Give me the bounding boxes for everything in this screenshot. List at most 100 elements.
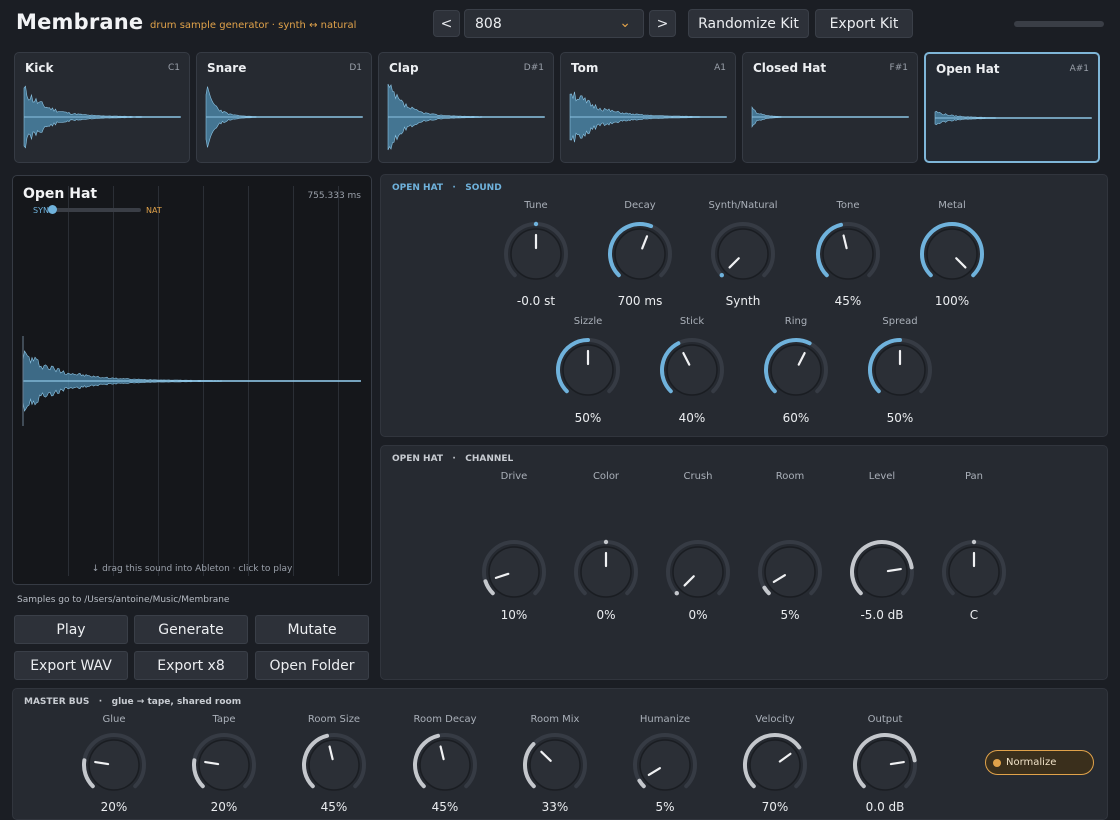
sound-ring-label: Ring [784, 316, 808, 327]
play-button[interactable]: Play [14, 615, 128, 644]
sound-metal-value: 100% [934, 294, 970, 308]
channel-crush-knob[interactable] [663, 537, 733, 607]
channel-room-value: 5% [780, 608, 800, 622]
sound-ring-knob[interactable] [761, 335, 831, 405]
channel-drive-knob[interactable] [479, 537, 549, 607]
channel-pan-value: C [969, 608, 979, 622]
master-tape-label: Tape [212, 714, 236, 725]
master-glue-knob[interactable] [79, 730, 149, 800]
channel-panel-header: OPEN HAT · CHANNEL [392, 454, 514, 464]
prev-preset-button[interactable]: < [433, 10, 460, 37]
syn-label: SYN [33, 206, 49, 215]
master-velocity-value: 70% [761, 800, 789, 814]
sound-decay-knob[interactable] [605, 219, 675, 289]
master-room-mix-knob[interactable] [520, 730, 590, 800]
master-glue-label: Glue [102, 714, 126, 725]
randomize-kit-button[interactable]: Randomize Kit [688, 9, 809, 38]
sound-ring-value: 60% [782, 411, 810, 425]
sound-spread-knob[interactable] [865, 335, 935, 405]
preview-waveform [22, 336, 361, 426]
pad-note: D#1 [523, 63, 544, 73]
open-folder-button[interactable]: Open Folder [255, 651, 369, 680]
sound-sizzle-value: 50% [574, 411, 602, 425]
master-velocity-knob[interactable] [740, 730, 810, 800]
preview-title: Open Hat [23, 186, 98, 202]
pad-name: Snare [207, 61, 247, 75]
pad-waveform [23, 85, 181, 149]
generate-button[interactable]: Generate [134, 615, 248, 644]
sound-panel-section: SOUND [465, 183, 502, 193]
mutate-button[interactable]: Mutate [255, 615, 369, 644]
master-room-size-label: Room Size [307, 714, 361, 725]
preset-select[interactable]: 808 ⌄ [464, 9, 644, 38]
channel-panel-section: CHANNEL [465, 454, 514, 464]
pad-waveform [934, 110, 1092, 126]
next-preset-button[interactable]: > [649, 10, 676, 37]
sound-stick-knob[interactable] [657, 335, 727, 405]
chevron-down-icon: ⌄ [619, 15, 631, 31]
channel-room-knob[interactable] [755, 537, 825, 607]
channel-panel-sound: OPEN HAT [392, 454, 443, 464]
pad-tom[interactable]: Tom A1 [560, 52, 736, 163]
sound-tune-label: Tune [524, 200, 548, 211]
pad-clap[interactable]: Clap D#1 [378, 52, 554, 163]
master-output-knob[interactable] [850, 730, 920, 800]
pad-note: A#1 [1069, 64, 1089, 74]
master-bus-header: MASTER BUS · glue → tape, shared room [24, 697, 242, 707]
master-humanize-knob[interactable] [630, 730, 700, 800]
export-x8-button[interactable]: Export x8 [134, 651, 248, 680]
pad-name: Tom [571, 61, 599, 75]
master-glue-value: 20% [100, 800, 128, 814]
master-room-mix-label: Room Mix [530, 714, 580, 725]
channel-pan-label: Pan [964, 471, 984, 482]
channel-color-knob[interactable] [571, 537, 641, 607]
pad-closed-hat[interactable]: Closed Hat F#1 [742, 52, 918, 163]
sound-spread-label: Spread [882, 316, 918, 327]
pad-kick[interactable]: Kick C1 [14, 52, 190, 163]
sound-metal-knob[interactable] [917, 219, 987, 289]
channel-level-knob[interactable] [847, 537, 917, 607]
sound-tune-value: -0.0 st [516, 294, 556, 308]
sound-sizzle-label: Sizzle [573, 316, 603, 327]
channel-color-label: Color [592, 471, 620, 482]
normalize-toggle[interactable]: Normalize [985, 750, 1094, 775]
pad-note: F#1 [889, 63, 908, 73]
pad-note: C1 [167, 63, 180, 73]
pad-name: Clap [389, 61, 419, 75]
channel-room-label: Room [775, 471, 805, 482]
pad-note: A1 [714, 63, 726, 73]
master-room-decay-value: 45% [431, 800, 459, 814]
master-room-decay-label: Room Decay [413, 714, 477, 725]
sound-synth-natural-knob[interactable] [708, 219, 778, 289]
waveform-preview[interactable]: Open Hat 755.333 ms SYN NAT ↓ drag this … [12, 175, 372, 585]
drag-hint: ↓ drag this sound into Ableton · click t… [91, 564, 293, 574]
export-kit-button[interactable]: Export Kit [815, 9, 913, 38]
pad-snare[interactable]: Snare D1 [196, 52, 372, 163]
pad-waveform [751, 106, 909, 128]
app-subtitle: drum sample generator · synth ↔ natural [150, 20, 357, 31]
sound-sizzle-knob[interactable] [553, 335, 623, 405]
master-room-size-knob[interactable] [299, 730, 369, 800]
channel-drive-label: Drive [500, 471, 528, 482]
sound-tone-knob[interactable] [813, 219, 883, 289]
master-tape-knob[interactable] [189, 730, 259, 800]
sound-tune-knob[interactable] [501, 219, 571, 289]
master-room-decay-knob[interactable] [410, 730, 480, 800]
master-bus-title: MASTER BUS [24, 697, 90, 707]
channel-pan-knob[interactable] [939, 537, 1009, 607]
sound-tone-label: Tone [836, 200, 860, 211]
master-humanize-label: Humanize [639, 714, 691, 725]
sound-panel-sound: OPEN HAT [392, 183, 443, 193]
sound-tone-value: 45% [834, 294, 862, 308]
channel-level-value: -5.0 dB [860, 608, 904, 622]
master-output-label: Output [867, 714, 903, 725]
export-wav-button[interactable]: Export WAV [14, 651, 128, 680]
sound-metal-label: Metal [938, 200, 966, 211]
syn-nat-slider-thumb[interactable] [48, 205, 57, 214]
syn-nat-slider[interactable] [49, 208, 141, 212]
pad-name: Kick [25, 61, 54, 75]
master-humanize-value: 5% [655, 800, 675, 814]
output-meter [1014, 21, 1104, 27]
pad-open-hat[interactable]: Open Hat A#1 [924, 52, 1100, 163]
app-title: Membrane [16, 10, 144, 34]
